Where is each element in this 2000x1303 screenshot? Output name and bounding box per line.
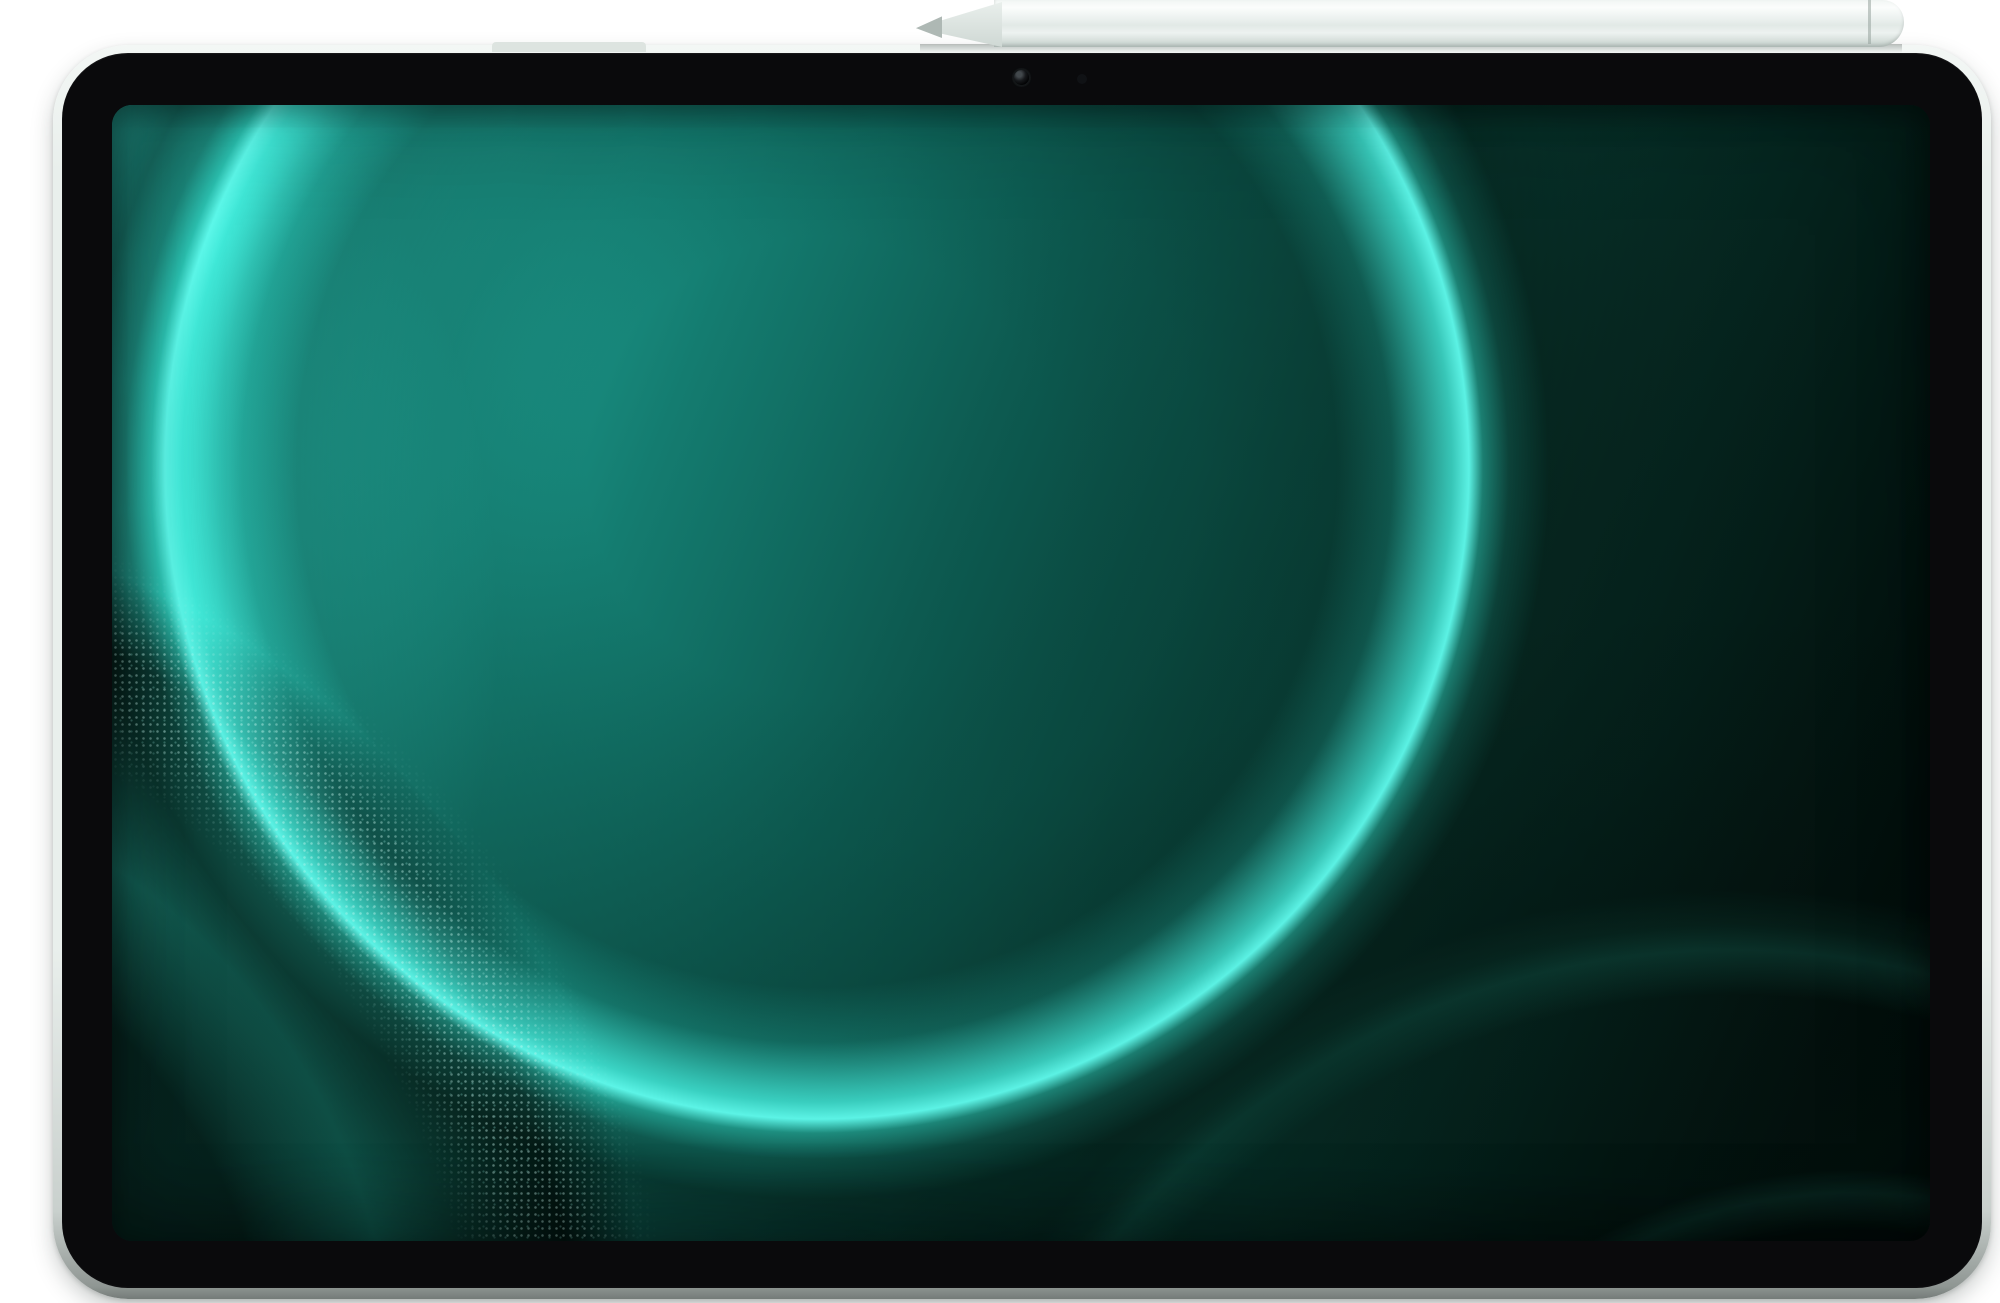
wallpaper-particle-speckles (112, 105, 1930, 1241)
stylus-pen (916, 0, 1904, 47)
top-edge-antenna-band (492, 42, 646, 52)
front-camera-lens (1014, 70, 1029, 85)
product-photo-background (0, 0, 2000, 1303)
stylus-barrel (994, 0, 1904, 47)
stylus-cap-seam (1868, 0, 1871, 44)
ambient-light-sensor (1077, 74, 1087, 84)
stylus-tip-point (916, 2, 942, 47)
screen-wallpaper (112, 105, 1930, 1241)
